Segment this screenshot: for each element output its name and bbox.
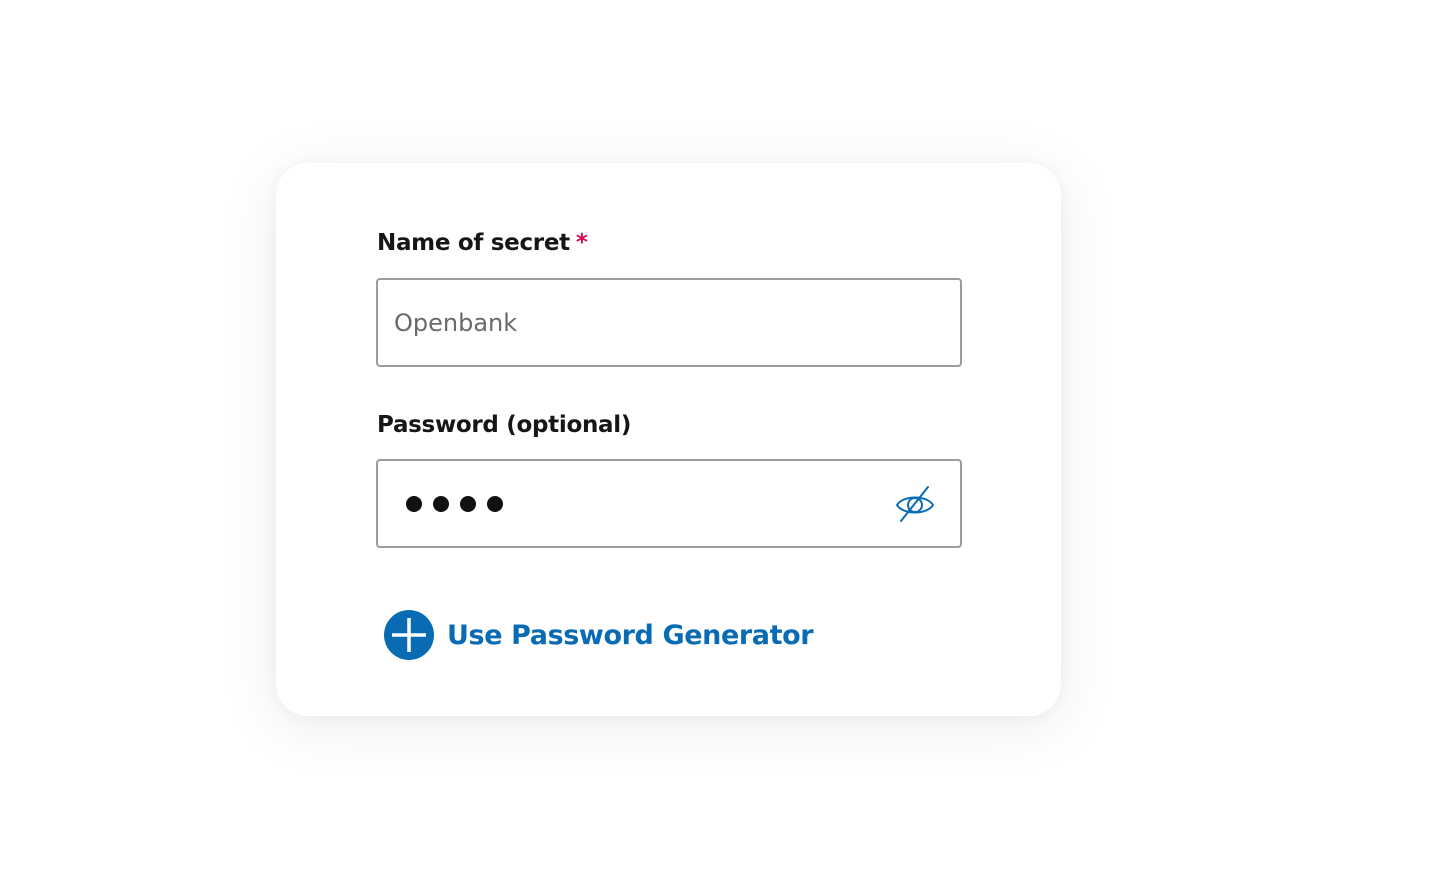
plus-circle-icon	[384, 610, 434, 660]
password-mask-dot	[433, 495, 449, 512]
name-of-secret-field[interactable]	[376, 278, 962, 367]
password-field[interactable]	[376, 459, 962, 548]
secret-form-card: Name of secret* Password (optional)	[276, 163, 1061, 716]
required-marker: *	[575, 230, 588, 256]
use-password-generator-link[interactable]: Use Password Generator	[384, 610, 814, 660]
name-of-secret-input[interactable]	[394, 280, 934, 365]
password-mask-dot	[406, 495, 422, 512]
password-label: Password (optional)	[377, 412, 632, 438]
name-label-text: Name of secret	[377, 230, 570, 256]
page: Name of secret* Password (optional)	[0, 0, 1440, 880]
password-mask-dot	[460, 495, 476, 512]
name-of-secret-label: Name of secret *	[377, 230, 588, 256]
use-password-generator-label: Use Password Generator	[447, 619, 814, 651]
eye-slash-icon	[895, 486, 935, 522]
password-masked-value[interactable]	[406, 461, 503, 546]
show-password-toggle[interactable]	[894, 483, 936, 525]
password-mask-dot	[487, 495, 503, 512]
